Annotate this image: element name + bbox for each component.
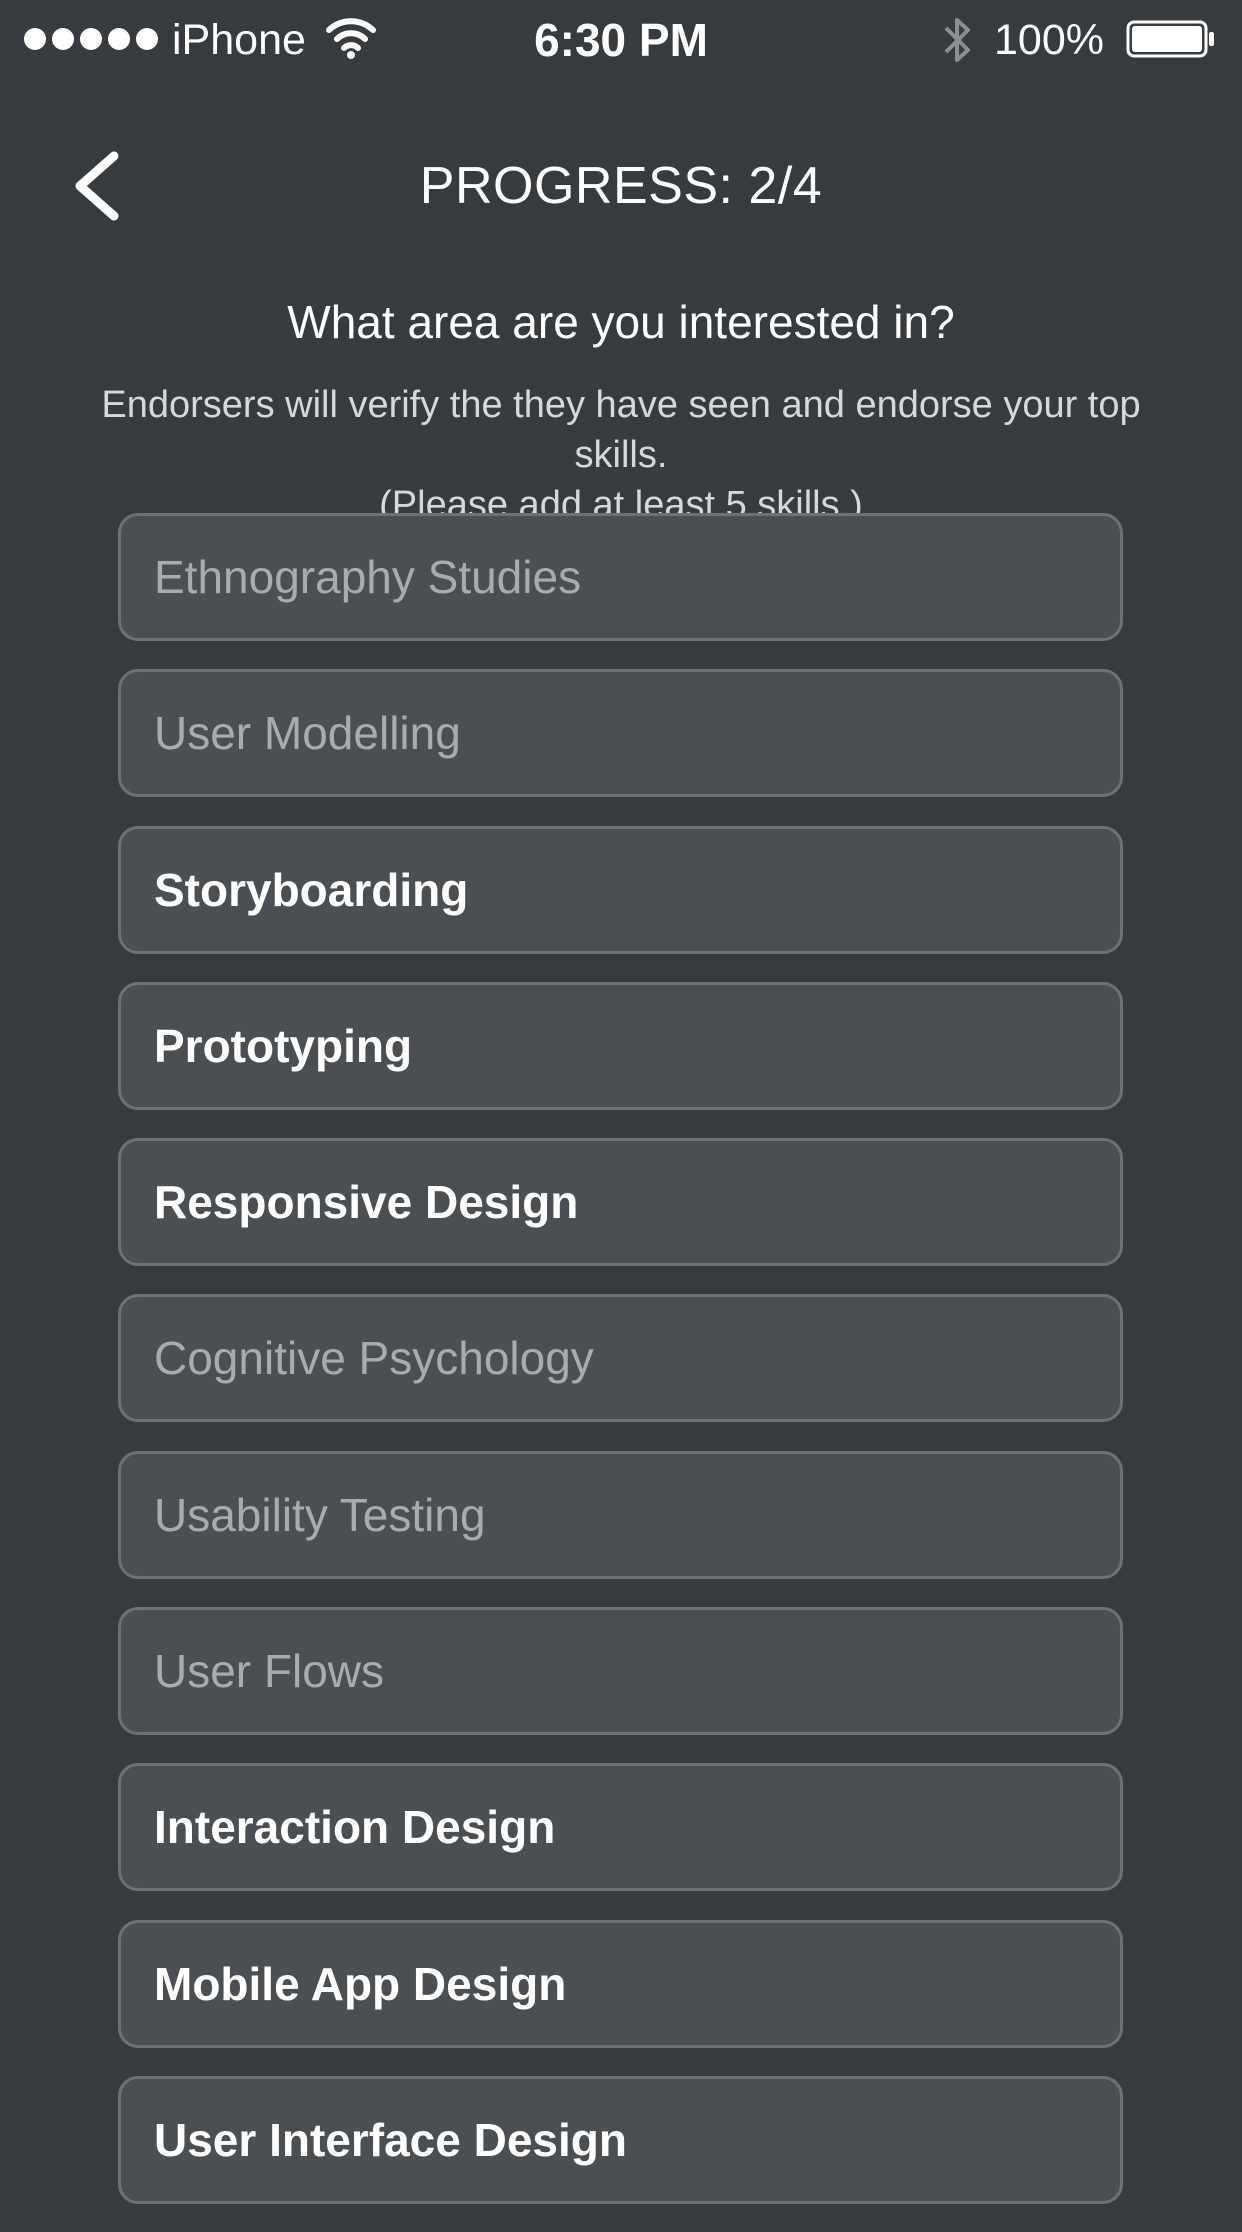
skill-option[interactable]: Usability Testing	[118, 1450, 1123, 1579]
skill-option[interactable]: User Modelling	[118, 669, 1123, 798]
page-title: PROGRESS: 2/4	[419, 157, 823, 215]
instructions-text: Endorsers will verify the they have seen…	[60, 380, 1182, 530]
skill-option[interactable]: User Interface Design	[118, 2075, 1123, 2204]
skill-label: Responsive Design	[154, 1176, 579, 1229]
skill-label: Ethnography Studies	[154, 551, 582, 603]
skill-label: User Modelling	[154, 707, 461, 760]
battery-percentage: 100%	[994, 16, 1104, 64]
skill-option[interactable]: Cognitive Psychology	[118, 1294, 1123, 1423]
status-bar: iPhone 6:30 PM 100%	[0, 0, 1242, 80]
skill-label: Usability Testing	[154, 1488, 486, 1541]
instructions-line-1: Endorsers will verify the they have seen…	[101, 384, 1141, 476]
skill-list: Ethnography Studies User Modelling Story…	[118, 513, 1123, 2232]
skill-label: User Interface Design	[154, 2113, 627, 2166]
question-heading: What area are you interested in?	[287, 296, 955, 348]
skill-label: User Flows	[154, 1645, 385, 1698]
bluetooth-icon	[944, 18, 970, 62]
skill-label: Mobile App Design	[154, 1957, 567, 2010]
skill-label: Storyboarding	[154, 863, 469, 916]
skill-option[interactable]: Interaction Design	[118, 1763, 1123, 1892]
skill-option[interactable]: User Flows	[118, 1607, 1123, 1736]
battery-icon	[1126, 20, 1214, 58]
skill-option[interactable]: Mobile App Design	[118, 1919, 1123, 2048]
skill-option[interactable]: Storyboarding	[118, 825, 1123, 954]
skill-option[interactable]: Ethnography Studies	[118, 513, 1123, 641]
skill-label: Interaction Design	[154, 1801, 556, 1854]
skill-label: Cognitive Psychology	[154, 1332, 594, 1385]
skill-option[interactable]: Prototyping	[118, 981, 1123, 1110]
skill-option[interactable]: Responsive Design	[118, 1138, 1123, 1267]
skill-label: Prototyping	[154, 1019, 413, 1072]
